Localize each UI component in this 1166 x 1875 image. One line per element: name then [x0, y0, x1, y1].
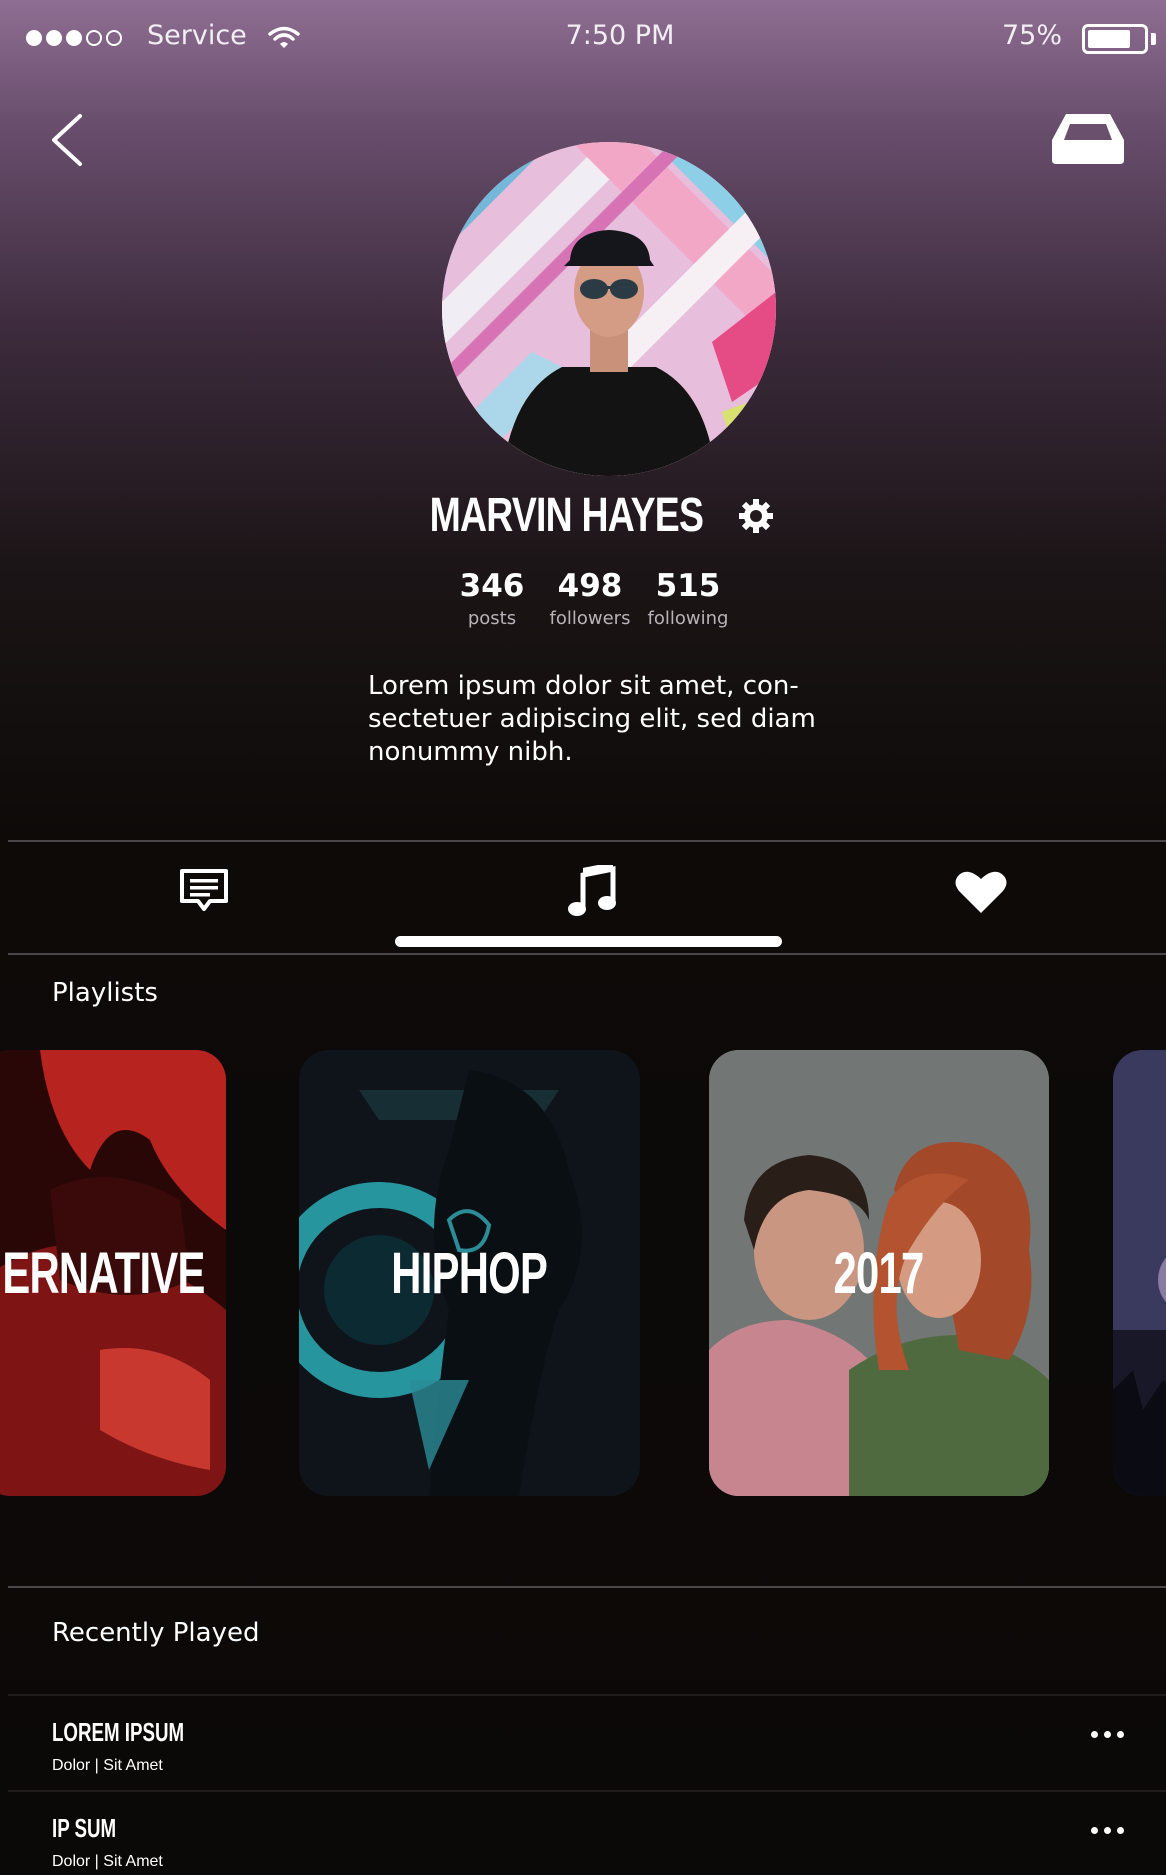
track-title: LOREM IPSUM — [52, 1717, 185, 1747]
message-icon — [180, 869, 228, 911]
battery-cap — [1151, 33, 1156, 45]
playlist-card-hiphop[interactable]: HIPHOP — [299, 1050, 640, 1496]
track-title: IP SUM — [52, 1813, 117, 1843]
playlist-card-2017[interactable]: 2017 — [709, 1050, 1049, 1496]
track-subtitle: Dolor | Sit Amet — [52, 1853, 163, 1870]
divider — [8, 840, 1166, 842]
battery-icon — [1082, 24, 1148, 54]
battery-percentage: 75% — [1001, 20, 1062, 51]
heart-icon — [955, 871, 1007, 913]
stat-following[interactable]: 515 following — [628, 568, 748, 629]
divider — [8, 1694, 1166, 1696]
track-subtitle: Dolor | Sit Amet — [52, 1757, 163, 1774]
more-options-icon[interactable] — [1091, 1731, 1124, 1738]
recently-played-heading: Recently Played — [52, 1618, 260, 1648]
profile-avatar[interactable] — [442, 142, 776, 476]
status-time: 7:50 PM — [565, 20, 675, 51]
profile-bio: Lorem ipsum dolor sit amet, con-sectetue… — [368, 671, 816, 767]
track-row[interactable]: IP SUM Dolor | Sit Amet — [8, 1793, 1166, 1875]
avatar-image — [442, 142, 776, 476]
tab-favorites[interactable] — [941, 862, 1021, 922]
more-options-icon[interactable] — [1091, 1827, 1124, 1834]
profile-screen: Service 7:50 PM 75% MARVIN HAYES 346 pos… — [0, 0, 1166, 1875]
tab-comments[interactable] — [164, 862, 244, 922]
status-bar: Service 7:50 PM 75% — [0, 0, 1166, 80]
divider — [8, 953, 1166, 955]
profile-name-row: MARVIN HAYES — [0, 488, 1166, 543]
playlist-card-label: ERNATIVE — [1, 1240, 205, 1306]
playlist-card-partial[interactable] — [1113, 1050, 1166, 1496]
stat-following-value: 515 — [655, 568, 721, 604]
profile-name: MARVIN HAYES — [429, 489, 704, 542]
back-chevron-icon[interactable] — [44, 104, 94, 174]
playlist-card-label: HIPHOP — [391, 1240, 549, 1306]
playlist-card-alternative[interactable]: ERNATIVE — [0, 1050, 226, 1496]
divider — [8, 1790, 1166, 1792]
inbox-icon[interactable] — [1048, 110, 1128, 168]
playlist-card-label: 2017 — [833, 1240, 925, 1306]
stat-following-label: following — [647, 608, 729, 629]
active-tab-indicator — [395, 936, 782, 947]
divider — [8, 1586, 1166, 1588]
playlist-cover-image — [1113, 1050, 1166, 1496]
settings-gear-icon[interactable] — [737, 497, 775, 535]
playlists-heading: Playlists — [52, 978, 158, 1008]
track-row[interactable]: LOREM IPSUM Dolor | Sit Amet — [8, 1697, 1166, 1793]
tab-music[interactable] — [553, 862, 633, 922]
music-note-icon — [568, 865, 616, 916]
